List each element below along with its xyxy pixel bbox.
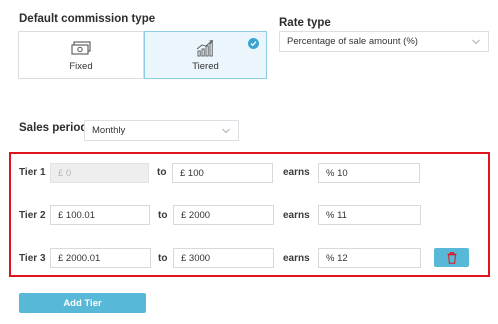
tier-rate-input[interactable]: % 10 xyxy=(318,163,420,183)
tier-rate-input[interactable]: % 11 xyxy=(318,205,421,225)
to-label: to xyxy=(157,167,167,178)
commission-option-tiered[interactable]: Tiered xyxy=(144,31,267,79)
cash-icon xyxy=(70,39,92,57)
rate-type-value: Percentage of sale amount (%) xyxy=(287,36,418,47)
rate-type-title: Rate type xyxy=(279,17,331,29)
tier-from-input[interactable]: £ 100.01 xyxy=(50,205,150,225)
commission-option-label: Fixed xyxy=(69,61,93,72)
sales-period-title: Sales period xyxy=(19,122,88,134)
tier-label: Tier 2 xyxy=(19,210,46,221)
add-tier-button[interactable]: Add Tier xyxy=(19,293,146,313)
chevron-down-icon xyxy=(472,36,480,47)
to-label: to xyxy=(158,210,168,221)
tier-label: Tier 1 xyxy=(19,167,46,178)
to-label: to xyxy=(158,253,168,264)
growth-chart-icon xyxy=(195,39,217,57)
check-icon xyxy=(248,38,259,49)
tier-rate-input[interactable]: % 12 xyxy=(318,248,421,268)
rate-type-select[interactable]: Percentage of sale amount (%) xyxy=(279,31,489,52)
earns-label: earns xyxy=(283,210,310,221)
sales-period-value: Monthly xyxy=(92,125,126,136)
tier-to-input[interactable]: £ 100 xyxy=(172,163,273,183)
tier-from-input: £ 0 xyxy=(50,163,149,183)
earns-label: earns xyxy=(283,253,310,264)
tier-to-input[interactable]: £ 2000 xyxy=(173,205,274,225)
commission-option-label: Tiered xyxy=(192,61,219,72)
trash-icon xyxy=(447,251,457,264)
commission-option-fixed[interactable]: Fixed xyxy=(18,31,144,79)
delete-tier-button[interactable] xyxy=(434,248,469,267)
tier-label: Tier 3 xyxy=(19,253,46,264)
earns-label: earns xyxy=(283,167,310,178)
tier-from-input[interactable]: £ 2000.01 xyxy=(50,248,151,268)
commission-type-title: Default commission type xyxy=(19,13,156,25)
tier-to-input[interactable]: £ 3000 xyxy=(173,248,274,268)
sales-period-select[interactable]: Monthly xyxy=(84,120,239,141)
chevron-down-icon xyxy=(222,125,230,136)
